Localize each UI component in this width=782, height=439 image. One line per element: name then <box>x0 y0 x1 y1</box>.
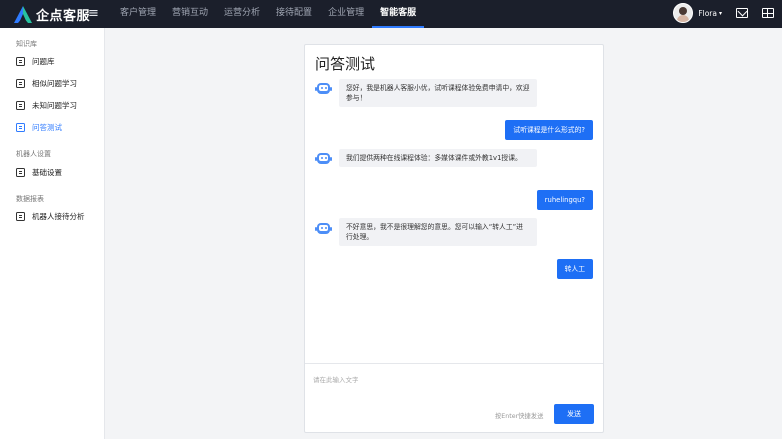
bot-message-line: 参与！ <box>346 94 367 102</box>
brand-logo-icon <box>14 6 32 23</box>
user-message: ruhelingqu? <box>536 190 593 210</box>
sidebar-item-basic-settings[interactable]: 基础设置 <box>16 165 62 179</box>
message-composer: 按Enter快捷发送 发送 <box>305 363 603 433</box>
sidebar-group-robot-settings: 机器人设置 <box>16 150 51 158</box>
top-navigation-bar: 企点客服 ≡ 客户管理 营销互动 运营分析 接待配置 企业管理 智能客服 Flo… <box>0 0 782 28</box>
bot-message: 您好，我是机器人客服小优，试听课程体验免费申请中，欢迎 参与！ <box>339 79 537 107</box>
robot-analytics-icon <box>16 211 25 221</box>
sidebar-item-unknown-learning[interactable]: 未知问题学习 <box>16 98 77 112</box>
brand-logo[interactable]: 企点客服 <box>14 5 90 24</box>
similar-learning-icon <box>16 78 25 88</box>
page-title: 问答测试 <box>315 55 376 73</box>
sidebar-group-knowledge: 知识库 <box>16 40 37 48</box>
brand-name: 企点客服 <box>36 9 91 24</box>
send-button[interactable]: 发送 <box>554 404 594 424</box>
sidebar-item-similar-learning[interactable]: 相似问题学习 <box>16 76 77 90</box>
unknown-learning-icon <box>16 100 25 110</box>
bot-message: 不好意思，我不是很理解您的意思。您可以输入“转人工”进 行处理。 <box>339 218 537 246</box>
avatar[interactable] <box>673 3 694 23</box>
user-name[interactable]: Flora <box>698 9 717 18</box>
sidebar-group-reports: 数据报表 <box>16 195 44 203</box>
sidebar-item-qa-test[interactable]: 问答测试 <box>16 120 62 134</box>
user-message: 试听课程是什么形式的? <box>505 120 593 140</box>
sidebar-item-label: 机器人接待分析 <box>32 211 85 221</box>
qa-test-icon <box>16 122 25 132</box>
bot-message-line: 我们提供两种在线课程体验：多媒体课件或外教1v1授课。 <box>346 154 522 162</box>
sidebar-item-label: 问答测试 <box>32 122 62 132</box>
bot-message-line: 您好，我是机器人客服小优，试听课程体验免费申请中，欢迎 <box>346 84 530 92</box>
main-nav: 客户管理 营销互动 运营分析 接待配置 企业管理 智能客服 <box>112 0 425 28</box>
nav-item-reception-config[interactable]: 接待配置 <box>268 0 320 28</box>
apps-grid-icon[interactable] <box>762 8 774 18</box>
sidebar: 知识库 问题库 相似问题学习 未知问题学习 问答测试 机器人设置 基础设置 数据… <box>0 28 105 439</box>
sidebar-item-label: 相似问题学习 <box>32 78 77 88</box>
sidebar-item-label: 问题库 <box>32 56 55 66</box>
qa-test-panel: 问答测试 您好，我是机器人客服小优，试听课程体验免费申请中，欢迎 参与！ 试听课… <box>304 44 604 433</box>
sidebar-item-question-bank[interactable]: 问题库 <box>16 54 55 68</box>
robot-avatar-icon <box>315 221 332 235</box>
nav-item-operations-analysis[interactable]: 运营分析 <box>216 0 268 28</box>
sidebar-item-label: 未知问题学习 <box>32 100 77 110</box>
question-bank-icon <box>16 56 25 66</box>
send-shortcut-hint: 按Enter快捷发送 <box>495 413 544 420</box>
hamburger-menu-icon[interactable]: ≡ <box>88 6 99 21</box>
mail-icon[interactable] <box>736 8 748 18</box>
nav-item-marketing[interactable]: 营销互动 <box>164 0 216 28</box>
nav-item-customer-management[interactable]: 客户管理 <box>112 0 164 28</box>
user-message: 转人工 <box>556 259 593 279</box>
robot-avatar-icon <box>315 151 332 165</box>
nav-item-smart-service[interactable]: 智能客服 <box>372 0 425 28</box>
message-input[interactable] <box>313 370 593 390</box>
bot-message: 我们提供两种在线课程体验：多媒体课件或外教1v1授课。 <box>339 149 537 167</box>
bot-message-line: 不好意思，我不是很理解您的意思。您可以输入“转人工”进 <box>346 223 523 231</box>
bot-message-line: 行处理。 <box>346 233 374 241</box>
user-area: Flora ▾ <box>673 3 774 23</box>
robot-settings-icon <box>16 167 25 177</box>
robot-avatar-icon <box>315 81 332 95</box>
sidebar-item-robot-analytics[interactable]: 机器人接待分析 <box>16 209 85 223</box>
sidebar-item-label: 基础设置 <box>32 167 62 177</box>
chevron-down-icon[interactable]: ▾ <box>719 10 722 17</box>
nav-item-enterprise-management[interactable]: 企业管理 <box>320 0 372 28</box>
